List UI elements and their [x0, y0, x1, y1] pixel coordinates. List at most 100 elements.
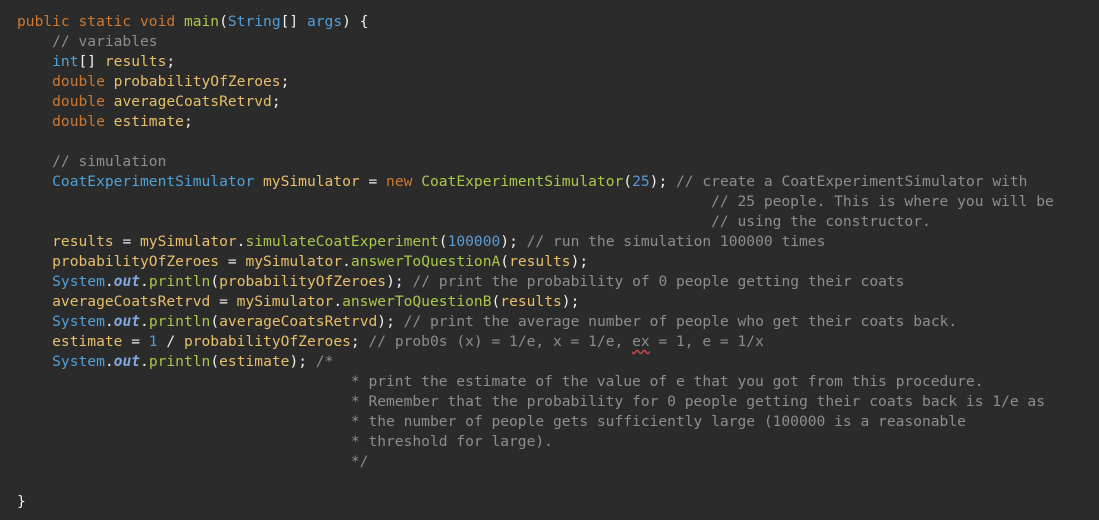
code-token: =: [113, 233, 141, 250]
code-token: =: [359, 173, 387, 190]
code-token: double: [17, 113, 114, 130]
code-line: * threshold for large).: [17, 432, 553, 452]
code-token: averageCoatsRetrvd: [113, 93, 272, 110]
code-line: System.out.println(estimate); /*: [17, 352, 333, 372]
code-token: String: [227, 13, 281, 30]
code-token: // print the average number of people wh…: [403, 313, 958, 330]
code-token: ex: [632, 333, 650, 350]
code-token: out: [113, 313, 141, 330]
code-token: * the number of people gets sufficiently…: [17, 413, 966, 430]
code-line: // 25 people. This is where you will be: [17, 192, 1054, 212]
code-token: /: [157, 333, 184, 350]
code-token: CoatExperimentSimulator: [17, 173, 264, 190]
code-token: * threshold for large).: [17, 433, 553, 450]
code-token: * print the estimate of the value of e t…: [17, 373, 984, 390]
code-line: double estimate;: [17, 112, 193, 132]
code-token: mySimulator: [245, 253, 343, 270]
code-token: ;: [271, 93, 281, 110]
code-token: simulateCoatExperiment: [245, 233, 439, 250]
code-token: results: [500, 293, 562, 310]
code-token: public static void: [17, 13, 184, 30]
code-token: 100000: [447, 233, 501, 250]
code-editor[interactable]: public static void main(String[] args) {…: [0, 0, 1099, 520]
code-token: // create a CoatExperimentSimulator with: [676, 173, 1028, 190]
code-token: averageCoatsRetrvd: [17, 293, 211, 310]
code-token: (: [219, 13, 228, 30]
code-token: .: [104, 273, 114, 290]
code-token: estimate: [17, 333, 123, 350]
code-token: (: [500, 253, 510, 270]
code-line: averageCoatsRetrvd = mySimulator.answerT…: [17, 292, 579, 312]
code-line: */: [17, 452, 369, 472]
code-token: probabilityOfZeroes: [219, 273, 387, 290]
code-line: results = mySimulator.simulateCoatExperi…: [17, 232, 825, 252]
code-token: ) {: [342, 13, 369, 30]
code-token: 1: [148, 333, 158, 350]
code-line: CoatExperimentSimulator mySimulator = ne…: [17, 172, 1027, 192]
code-token: }: [17, 493, 26, 510]
code-token: 25: [632, 173, 650, 190]
code-token: println: [148, 273, 211, 290]
code-token: double: [17, 73, 114, 90]
code-token: ;: [183, 113, 193, 130]
code-token: averageCoatsRetrvd: [219, 313, 378, 330]
code-line: * print the estimate of the value of e t…: [17, 372, 984, 392]
code-token: (: [623, 173, 633, 190]
code-token: .: [140, 313, 149, 330]
code-token: // simulation: [17, 153, 167, 170]
code-line: estimate = 1 / probabilityOfZeroes; // p…: [17, 332, 764, 352]
code-token: * Remember that the probability for 0 pe…: [17, 393, 1045, 410]
code-token: (: [210, 313, 220, 330]
code-token: );: [649, 173, 677, 190]
code-token: =: [210, 293, 237, 310]
code-token: .: [140, 353, 149, 370]
code-token: out: [113, 353, 141, 370]
code-token: // prob0s (x) = 1/e, x = 1/e,: [368, 333, 633, 350]
code-token: mySimulator: [263, 173, 360, 190]
code-token: // run the simulation 100000 times: [526, 233, 826, 250]
code-token: // print the probability of 0 people get…: [412, 273, 905, 290]
code-token: args: [306, 13, 343, 30]
code-token: (: [438, 233, 448, 250]
code-token: println: [148, 313, 211, 330]
code-token: */: [17, 453, 369, 470]
code-token: []: [280, 13, 307, 30]
code-token: int: [17, 53, 79, 70]
code-token: answerToQuestionA: [350, 253, 501, 270]
code-token: .: [342, 253, 351, 270]
code-line: System.out.println(probabilityOfZeroes);…: [17, 272, 904, 292]
code-token: );: [500, 233, 527, 250]
code-line: * Remember that the probability for 0 pe…: [17, 392, 1045, 412]
code-token: new: [386, 173, 422, 190]
code-line: int[] results;: [17, 52, 175, 72]
code-line: // simulation: [17, 152, 166, 172]
code-token: answerToQuestionB: [342, 293, 492, 310]
code-token: .: [104, 313, 114, 330]
code-token: /*: [315, 353, 334, 370]
code-token: mySimulator: [140, 233, 237, 250]
code-token: probabilityOfZeroes: [17, 253, 220, 270]
code-line: double probabilityOfZeroes;: [17, 72, 289, 92]
code-token: );: [386, 273, 413, 290]
code-token: (: [210, 273, 220, 290]
code-token: (: [210, 353, 220, 370]
code-token: );: [561, 293, 580, 310]
code-token: double: [17, 93, 114, 110]
code-token: ;: [166, 53, 176, 70]
code-token: probabilityOfZeroes: [183, 333, 351, 350]
code-token: results: [104, 53, 167, 70]
code-token: );: [570, 253, 589, 270]
code-token: CoatExperimentSimulator: [421, 173, 624, 190]
code-token: mySimulator: [236, 293, 334, 310]
code-line: double averageCoatsRetrvd;: [17, 92, 281, 112]
code-token: estimate: [113, 113, 184, 130]
code-token: =: [219, 253, 246, 270]
code-token: .: [140, 273, 149, 290]
code-token: println: [148, 353, 211, 370]
code-line: System.out.println(averageCoatsRetrvd); …: [17, 312, 957, 332]
code-token: // using the constructor.: [17, 213, 931, 230]
code-token: ;: [350, 333, 369, 350]
code-token: main: [183, 13, 220, 30]
code-token: (: [491, 293, 501, 310]
code-token: System: [17, 353, 105, 370]
